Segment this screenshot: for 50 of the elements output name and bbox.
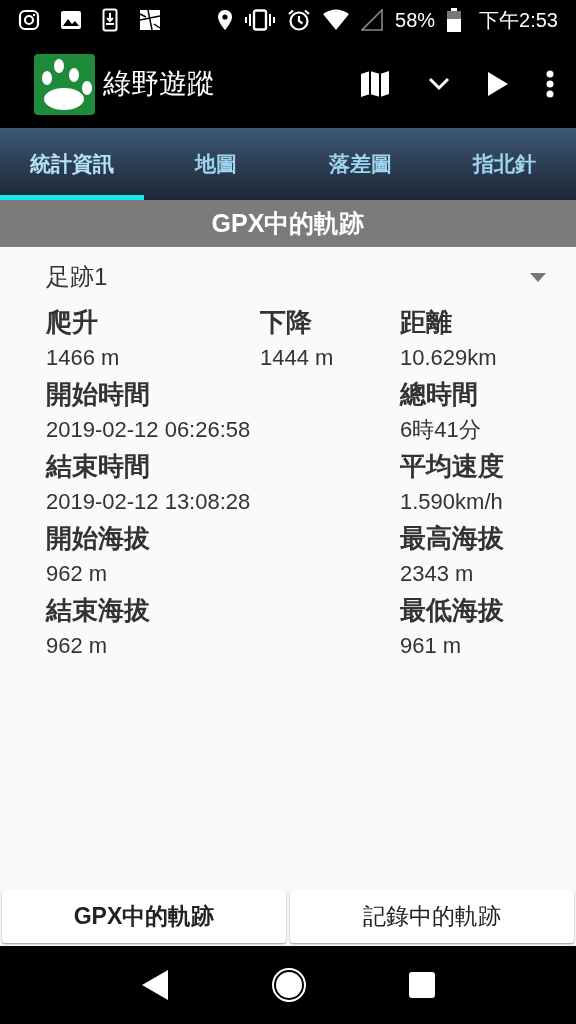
vibrate-icon: [245, 9, 276, 31]
track-dropdown[interactable]: 足跡1: [0, 249, 576, 305]
stat-value: 1466 m: [46, 344, 121, 372]
stat-value: 2343 m: [400, 560, 475, 588]
stat-label: 總時間: [400, 378, 479, 411]
stat-value: 962 m: [46, 632, 109, 660]
stat-value: 10.629km: [400, 344, 498, 372]
stat-label: 開始海拔: [46, 522, 151, 555]
stat-label: 平均速度: [400, 450, 505, 483]
paw-logo-icon: [34, 53, 95, 115]
tab[interactable]: 指北針: [432, 128, 576, 200]
section-header: GPX中的軌跡: [0, 200, 576, 247]
battery-icon: [447, 8, 462, 32]
tab[interactable]: 地圖: [144, 128, 288, 200]
home-icon[interactable]: [271, 967, 307, 1003]
location-icon: [217, 9, 234, 31]
signal-icon: [361, 9, 384, 31]
download-icon: [102, 8, 118, 32]
more-icon[interactable]: [546, 70, 554, 98]
image-icon: [60, 10, 82, 30]
map-icon[interactable]: [360, 70, 390, 98]
stat-value: 1444 m: [260, 344, 335, 372]
alarm-icon: [287, 8, 312, 32]
stat-label: 結束海拔: [46, 594, 151, 627]
dropdown-arrow-icon: [530, 272, 546, 282]
stat-label: 最低海拔: [400, 594, 505, 627]
stat-label: 下降: [260, 306, 313, 339]
stat-value: 962 m: [46, 560, 109, 588]
camera-icon: [18, 9, 40, 31]
wifi-icon: [323, 9, 350, 31]
app-title: 綠野遊蹤: [103, 67, 215, 101]
stat-value: 1.590km/h: [400, 488, 504, 516]
stat-value: 6時41分: [400, 416, 482, 444]
track-source-button[interactable]: GPX中的軌跡: [2, 890, 286, 943]
stat-value: 961 m: [400, 632, 463, 660]
stat-value: 2019-02-12 13:08:28: [46, 488, 252, 516]
stat-label: 結束時間: [46, 450, 151, 483]
stat-label: 距離: [400, 306, 453, 339]
tab[interactable]: 落差圖: [288, 128, 432, 200]
map-tile-icon: [138, 8, 162, 32]
clock-time: 下午2:53: [479, 8, 558, 33]
chevron-down-icon[interactable]: [428, 77, 450, 91]
back-icon[interactable]: [141, 969, 169, 1001]
stat-value: 2019-02-12 06:26:58: [46, 416, 252, 444]
stat-label: 最高海拔: [400, 522, 505, 555]
stat-label: 開始時間: [46, 378, 151, 411]
battery-percent: 58%: [395, 8, 436, 33]
track-source-button[interactable]: 記錄中的軌跡: [290, 890, 574, 943]
play-icon[interactable]: [488, 72, 508, 96]
stat-label: 爬升: [46, 306, 99, 339]
